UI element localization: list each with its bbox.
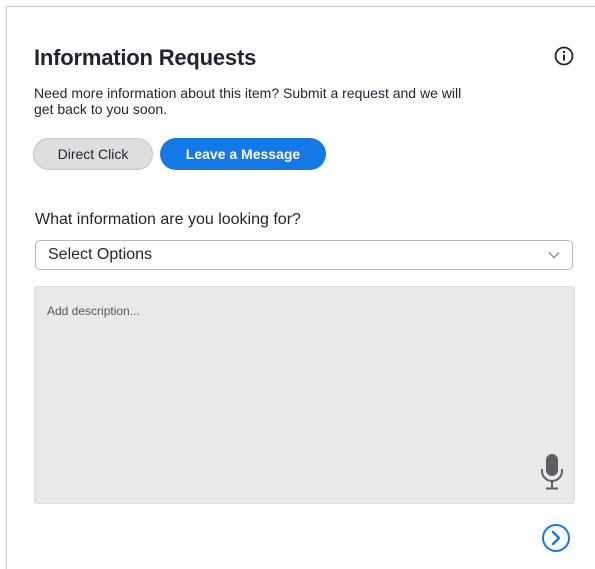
question-label: What information are you looking for? bbox=[35, 211, 301, 228]
page-title: Information Requests bbox=[34, 45, 257, 70]
description-placeholder: Add description... bbox=[47, 304, 140, 318]
direct-click-button[interactable]: Direct Click bbox=[33, 138, 153, 170]
options-select[interactable]: Select Options bbox=[35, 240, 573, 270]
arrow-right-circle-icon[interactable] bbox=[541, 523, 571, 553]
description-textarea[interactable]: Add description... bbox=[34, 286, 575, 504]
select-value: Select Options bbox=[48, 246, 153, 263]
page-subtitle: Need more information about this item? S… bbox=[34, 85, 462, 117]
information-requests-panel: Information Requests Need more informati… bbox=[6, 6, 595, 569]
leave-a-message-button[interactable]: Leave a Message bbox=[160, 138, 326, 170]
info-icon[interactable] bbox=[554, 46, 574, 66]
chevron-down-icon bbox=[548, 252, 560, 259]
microphone-icon[interactable] bbox=[540, 454, 564, 490]
